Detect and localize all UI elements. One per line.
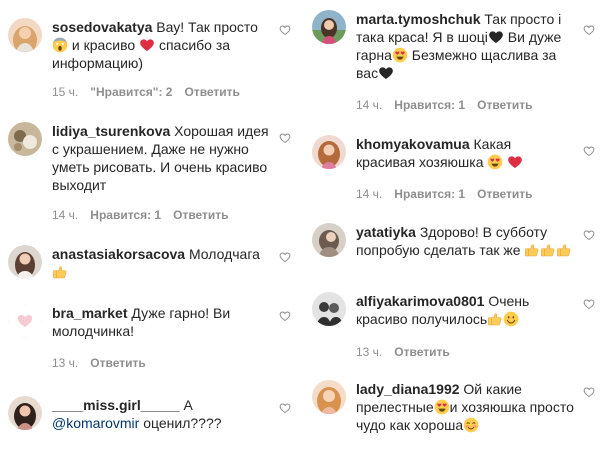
- thumbs-up-emoji-icon: [556, 242, 572, 258]
- comment-username[interactable]: khomyakovamua: [356, 136, 470, 152]
- reply-button[interactable]: Ответить: [477, 187, 532, 201]
- likes-count[interactable]: Нравится: 1: [394, 187, 465, 201]
- thumbs-up-emoji-icon: [524, 242, 540, 258]
- comment-body: alfiyakarimova0801 Очень красиво получил…: [356, 292, 574, 328]
- comment-body: lidiya_tsurenkova Хорошая идея с украшен…: [52, 122, 270, 194]
- comment-body: yatatiyka Здорово! В субботу попробую сд…: [356, 223, 574, 259]
- like-heart-icon[interactable]: [583, 145, 595, 157]
- thumbs-up-emoji-icon: [540, 242, 556, 258]
- comment-body: bra_market Дуже гарно! Ви молодчинка!: [52, 304, 270, 340]
- comment-meta: 14 ч. Нравится: 1 Ответить: [52, 208, 241, 222]
- comment-username[interactable]: marta.tymoshchuk: [356, 11, 480, 27]
- comment-body: ____miss.girl_____ А @komarovmir оценил?…: [52, 396, 270, 432]
- comment-body: lady_diana1992 Ой какие прелестные и хозя…: [356, 380, 574, 434]
- avatar[interactable]: [312, 135, 346, 169]
- heart-eyes-emoji-icon: [487, 154, 503, 170]
- likes-count[interactable]: Нравится: 1: [394, 98, 465, 112]
- avatar[interactable]: [312, 10, 346, 44]
- likes-count[interactable]: Нравится: 1: [90, 208, 161, 222]
- avatar[interactable]: [8, 122, 42, 156]
- thumbs-up-emoji-icon: [487, 311, 503, 327]
- comment-time[interactable]: 14 ч.: [52, 208, 78, 222]
- comment-username[interactable]: yatatiyka: [356, 224, 416, 240]
- comment-meta: 14 ч. Нравится: 1 Ответить: [356, 98, 545, 112]
- avatar[interactable]: [312, 380, 346, 414]
- comments-column-right: marta.tymoshchuk Так просто і така краса…: [304, 0, 604, 450]
- comment-username[interactable]: anastasiakorsacova: [52, 246, 185, 262]
- comment-body: khomyakovamua Какая красивая хозяюшка: [356, 135, 574, 171]
- comment-time[interactable]: 15 ч.: [52, 85, 78, 99]
- scream-emoji-icon: [52, 37, 68, 53]
- comment-body: marta.tymoshchuk Так просто і така краса…: [356, 10, 574, 82]
- thumbs-up-emoji-icon: [52, 264, 68, 280]
- comment-text: Вау! Так просто: [152, 19, 258, 35]
- comment-username[interactable]: lady_diana1992: [356, 381, 460, 397]
- red-heart-emoji-icon: [507, 154, 523, 170]
- like-heart-icon[interactable]: [583, 298, 595, 310]
- comment-username[interactable]: lidiya_tsurenkova: [52, 123, 170, 139]
- reply-button[interactable]: Ответить: [173, 208, 228, 222]
- avatar[interactable]: [312, 223, 346, 257]
- like-heart-icon[interactable]: [583, 386, 595, 398]
- reply-button[interactable]: Ответить: [394, 345, 449, 359]
- avatar[interactable]: [8, 396, 42, 430]
- reply-button[interactable]: Ответить: [90, 356, 145, 370]
- comment-username[interactable]: sosedovakatya: [52, 19, 152, 35]
- avatar[interactable]: [8, 245, 42, 279]
- blush-emoji-icon: [463, 417, 479, 433]
- black-heart-emoji-icon: [378, 65, 394, 81]
- comment-time[interactable]: 13 ч.: [356, 345, 382, 359]
- comment-text: Молодчага: [185, 246, 260, 262]
- like-heart-icon[interactable]: [583, 229, 595, 241]
- red-heart-emoji-icon: [139, 37, 155, 53]
- like-heart-icon[interactable]: [279, 132, 291, 144]
- comment-time[interactable]: 14 ч.: [356, 98, 382, 112]
- comment-text: оценил????: [139, 415, 222, 431]
- comment-username[interactable]: alfiyakarimova0801: [356, 293, 484, 309]
- comment-username[interactable]: bra_market: [52, 305, 128, 321]
- comment-username[interactable]: ____miss.girl_____: [52, 397, 180, 413]
- avatar[interactable]: [8, 18, 42, 52]
- likes-count[interactable]: "Нравится": 2: [90, 85, 172, 99]
- heart-eyes-emoji-icon: [434, 399, 450, 415]
- avatar[interactable]: [312, 292, 346, 326]
- heart-eyes-emoji-icon: [392, 47, 408, 63]
- like-heart-icon[interactable]: [279, 251, 291, 263]
- comment-meta: 15 ч. "Нравится": 2 Ответить: [52, 85, 252, 99]
- comment-meta: 13 ч. Ответить: [356, 345, 462, 359]
- black-heart-emoji-icon: [488, 29, 504, 45]
- smile-emoji-icon: [503, 311, 519, 327]
- reply-button[interactable]: Ответить: [184, 85, 239, 99]
- comment-time[interactable]: 14 ч.: [356, 187, 382, 201]
- comment-meta: 14 ч. Нравится: 1 Ответить: [356, 187, 545, 201]
- comment-text: и красиво: [68, 37, 140, 53]
- like-heart-icon[interactable]: [583, 24, 595, 36]
- like-heart-icon[interactable]: [279, 402, 291, 414]
- comment-time[interactable]: 13 ч.: [52, 356, 78, 370]
- comments-column-left: sosedovakatya Вау! Так просто и красиво …: [0, 0, 300, 450]
- comment-body: anastasiakorsacova Молодчага: [52, 245, 270, 281]
- avatar[interactable]: [8, 304, 42, 338]
- comment-body: sosedovakatya Вау! Так просто и красиво …: [52, 18, 270, 72]
- mention-link[interactable]: @komarovmir: [52, 415, 139, 431]
- comment-meta: 13 ч. Ответить: [52, 356, 158, 370]
- comment-text: А: [179, 397, 193, 413]
- reply-button[interactable]: Ответить: [477, 98, 532, 112]
- like-heart-icon[interactable]: [279, 310, 291, 322]
- like-heart-icon[interactable]: [279, 24, 291, 36]
